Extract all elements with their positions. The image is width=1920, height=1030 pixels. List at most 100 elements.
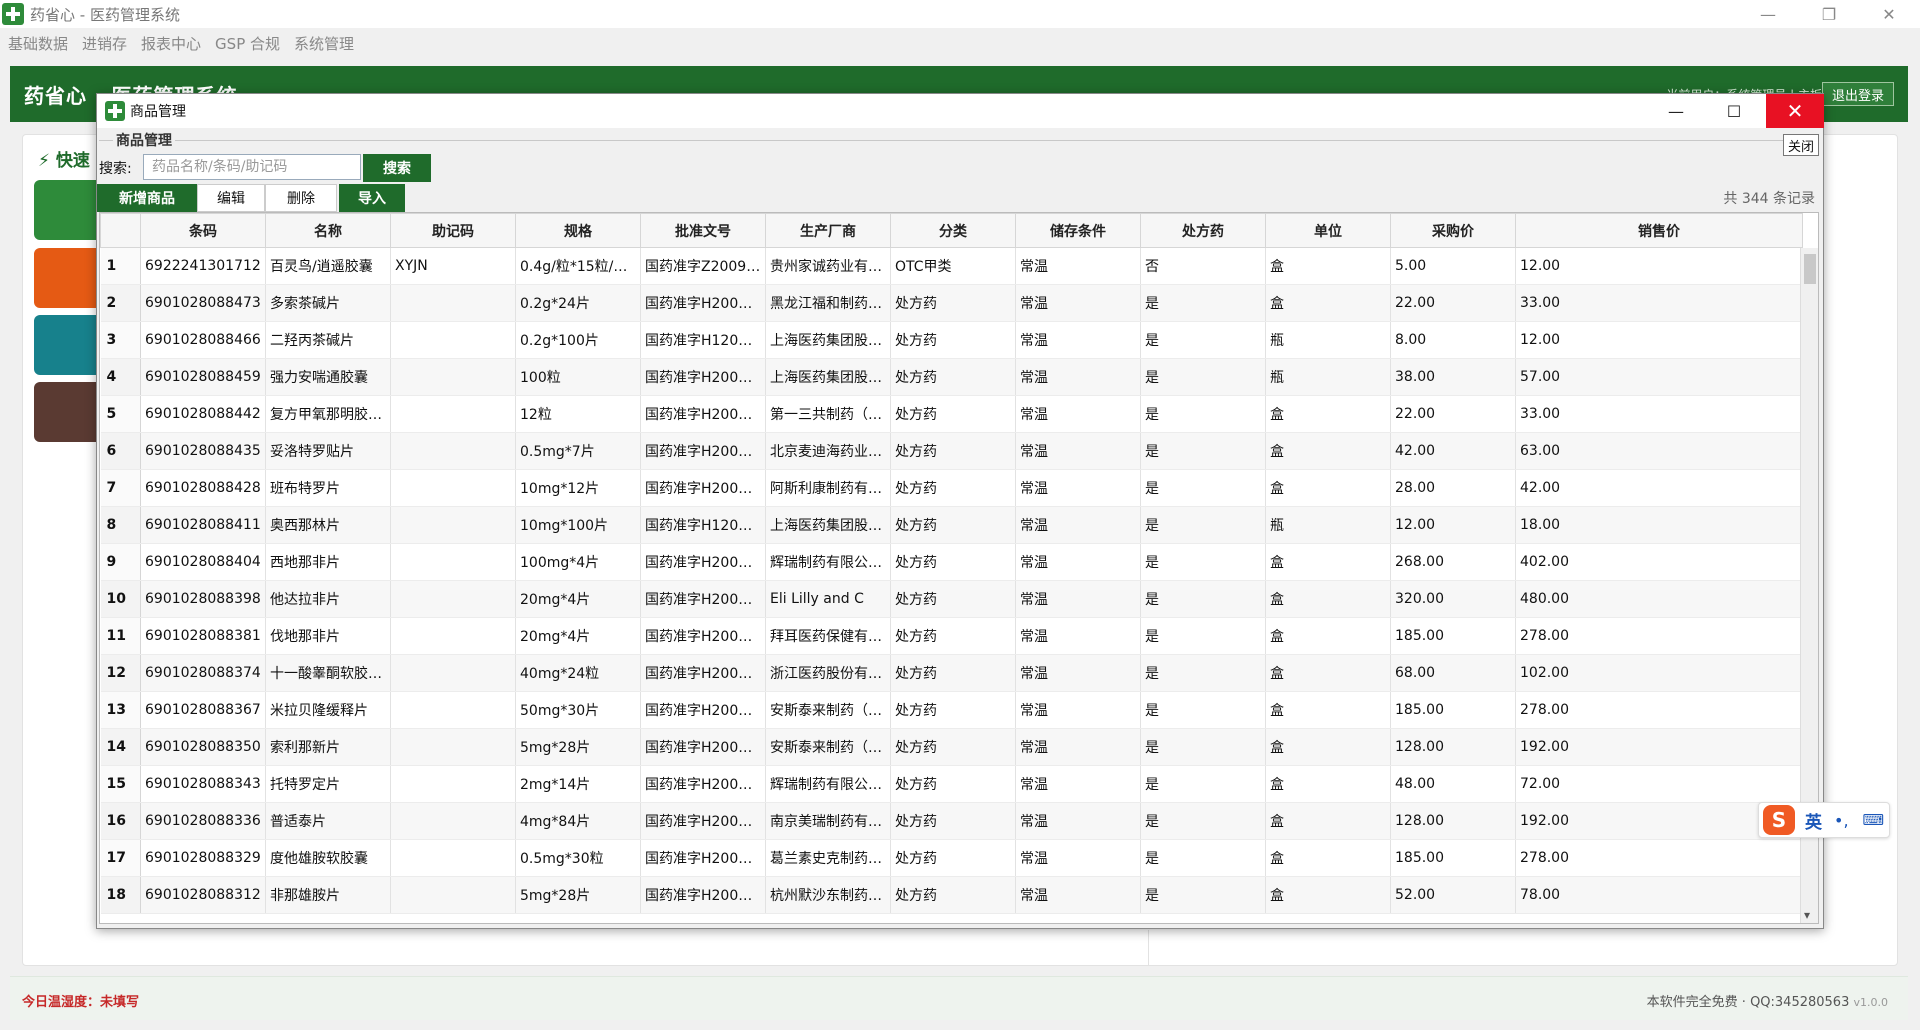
- cell-prescription: 是: [1140, 802, 1266, 840]
- cell-storage: 常温: [1015, 395, 1141, 433]
- close-button[interactable]: 关闭: [1783, 134, 1819, 156]
- table-row[interactable]: 8 6901028088411 奥西那林片 10mg*100片 国药准字H120… 上海医…: [100, 506, 1803, 544]
- table-row[interactable]: 17 6901028088329 度他雄胺软胶囊 0.5mg*30粒 国药准字H200……: [100, 839, 1803, 877]
- column-header-approval-no[interactable]: 批准文号: [640, 213, 766, 248]
- cell-sale-price: 12.00: [1515, 321, 1803, 359]
- dialog-close-icon[interactable]: ✕: [1766, 94, 1824, 128]
- cell-manufacturer: 黑龙江福和制药…: [765, 284, 891, 322]
- cell-purchase-price: 38.00: [1390, 358, 1516, 396]
- table-row[interactable]: 16 6901028088336 普适泰片 4mg*84片 国药准字H200… 南京美瑞制…: [100, 802, 1803, 840]
- cell-spec: 100mg*4片: [515, 543, 641, 581]
- table-row[interactable]: 15 6901028088343 托特罗定片 2mg*14片 国药准字H200… 辉瑞制药…: [100, 765, 1803, 803]
- column-header-manufacturer[interactable]: 生产厂商: [765, 213, 891, 248]
- table-row[interactable]: 14 6901028088350 索利那新片 5mg*28片 国药准字H200… 安斯泰来…: [100, 728, 1803, 766]
- table-row[interactable]: 12 6901028088374 十一酸睾酮软胶… 40mg*24粒 国药准字H200……: [100, 654, 1803, 692]
- cell-spec: 0.2g*100片: [515, 321, 641, 359]
- column-header-storage[interactable]: 储存条件: [1015, 213, 1141, 248]
- menu-inventory[interactable]: 进销存: [82, 33, 127, 54]
- quick-tile-orange[interactable]: [34, 248, 104, 308]
- cell-approval-no: 国药准字H200…: [640, 765, 766, 803]
- cell-spec: 12粒: [515, 395, 641, 433]
- menu-basic-data[interactable]: 基础数据: [8, 33, 68, 54]
- table-row[interactable]: 2 6901028088473 多索茶碱片 0.2g*24片 国药准字H200… 黑龙江福…: [100, 284, 1803, 322]
- menu-system[interactable]: 系统管理: [294, 33, 354, 54]
- table-row[interactable]: 5 6901028088442 复方甲氧那明胶… 12粒 国药准字H200… 第一三共制药…: [100, 395, 1803, 433]
- edit-button[interactable]: 编辑: [197, 184, 265, 212]
- cell-spec: 0.5mg*30粒: [515, 839, 641, 877]
- restore-icon[interactable]: ❐: [1806, 0, 1852, 28]
- cell-spec: 4mg*84片: [515, 802, 641, 840]
- cell-barcode: 6901028088435: [140, 432, 266, 470]
- table-row[interactable]: 7 6901028088428 班布特罗片 10mg*12片 国药准字H200… 阿斯利康…: [100, 469, 1803, 507]
- cell-manufacturer: 浙江医药股份有…: [765, 654, 891, 692]
- menu-gsp[interactable]: GSP 合规: [215, 33, 280, 54]
- add-product-button[interactable]: 新增商品: [97, 184, 197, 212]
- footer: 今日温湿度：未填写 本软件完全免费 · QQ:345280563 v1.0.0: [10, 976, 1908, 1020]
- column-header-row-number[interactable]: [100, 213, 141, 248]
- table-row[interactable]: 10 6901028088398 他达拉非片 20mg*4片 国药准字H200… Eli …: [100, 580, 1803, 618]
- scroll-down-icon[interactable]: ▾: [1804, 908, 1810, 922]
- column-header-purchase-price[interactable]: 采购价: [1390, 213, 1516, 248]
- cell-mnemonic: [390, 654, 516, 692]
- cell-purchase-price: 268.00: [1390, 543, 1516, 581]
- column-header-category[interactable]: 分类: [890, 213, 1016, 248]
- cell-manufacturer: Eli Lilly and C: [765, 580, 891, 618]
- table-row[interactable]: 4 6901028088459 强力安喘通胶囊 100粒 国药准字H200… 上海医药集团…: [100, 358, 1803, 396]
- cell-approval-no: 国药准字H200…: [640, 543, 766, 581]
- cell-sale-price: 63.00: [1515, 432, 1803, 470]
- column-header-name[interactable]: 名称: [265, 213, 391, 248]
- cell-sale-price: 33.00: [1515, 395, 1803, 433]
- column-header-unit[interactable]: 单位: [1265, 213, 1391, 248]
- cell-barcode: 6901028088473: [140, 284, 266, 322]
- product-grid: 条码 名称 助记码 规格 批准文号 生产厂商 分类 储存条件 处方药 单位 采购价 销售价 1 6922…: [99, 212, 1819, 924]
- cell-approval-no: 国药准字Z2009…: [640, 247, 766, 285]
- ime-logo-icon[interactable]: S: [1763, 805, 1795, 835]
- cell-category: 处方药: [890, 876, 1016, 914]
- table-row[interactable]: 1 6922241301712 百灵鸟/逍遥胶囊 XYJN 0.4g/粒*15粒/… 国药…: [100, 247, 1803, 285]
- table-row[interactable]: 9 6901028088404 西地那非片 100mg*4片 国药准字H200… 辉瑞制药…: [100, 543, 1803, 581]
- column-header-mnemonic[interactable]: 助记码: [390, 213, 516, 248]
- cell-unit: 瓶: [1265, 321, 1391, 359]
- scrollbar-thumb[interactable]: [1804, 254, 1816, 284]
- cell-unit: 盒: [1265, 432, 1391, 470]
- column-header-barcode[interactable]: 条码: [140, 213, 266, 248]
- menu-reports[interactable]: 报表中心: [141, 33, 201, 54]
- search-input[interactable]: [143, 154, 361, 180]
- ime-punctuation-toggle[interactable]: •,: [1834, 811, 1849, 830]
- cell-manufacturer: 北京麦迪海药业…: [765, 432, 891, 470]
- cell-category: 处方药: [890, 506, 1016, 544]
- column-header-sale-price[interactable]: 销售价: [1515, 213, 1803, 248]
- dialog-maximize-icon[interactable]: ☐: [1705, 94, 1763, 128]
- logout-button[interactable]: 退出登录: [1822, 82, 1894, 106]
- quick-tile-green[interactable]: [34, 180, 104, 240]
- table-row[interactable]: 6 6901028088435 妥洛特罗贴片 0.5mg*7片 国药准字H200… 北京麦…: [100, 432, 1803, 470]
- cell-purchase-price: 52.00: [1390, 876, 1516, 914]
- cell-unit: 瓶: [1265, 506, 1391, 544]
- cell-name: 他达拉非片: [265, 580, 391, 618]
- close-icon[interactable]: ✕: [1866, 0, 1912, 28]
- delete-button[interactable]: 删除: [265, 184, 337, 212]
- cell-unit: 盒: [1265, 728, 1391, 766]
- ime-language-toggle[interactable]: 英: [1805, 808, 1822, 833]
- dialog-minimize-icon[interactable]: —: [1647, 94, 1705, 128]
- table-row[interactable]: 13 6901028088367 米拉贝隆缓释片 50mg*30片 国药准字H200… 安…: [100, 691, 1803, 729]
- cell-spec: 20mg*4片: [515, 617, 641, 655]
- cell-mnemonic: [390, 543, 516, 581]
- quick-actions-label: ⚡ 快速: [38, 151, 90, 171]
- cell-category: 处方药: [890, 432, 1016, 470]
- keyboard-icon[interactable]: ⌨: [1863, 811, 1885, 829]
- table-row[interactable]: 11 6901028088381 伐地那非片 20mg*4片 国药准字H200… 拜耳医药…: [100, 617, 1803, 655]
- quick-tile-teal[interactable]: [34, 315, 104, 375]
- cell-row-number: 1: [100, 247, 141, 285]
- search-button[interactable]: 搜索: [363, 154, 431, 182]
- table-row[interactable]: 18 6901028088312 非那雄胺片 5mg*28片 国药准字H200… 杭州默沙…: [100, 876, 1803, 914]
- cell-category: 处方药: [890, 691, 1016, 729]
- column-header-spec[interactable]: 规格: [515, 213, 641, 248]
- table-row[interactable]: 3 6901028088466 二羟丙茶碱片 0.2g*100片 国药准字H120… 上海…: [100, 321, 1803, 359]
- cell-unit: 盒: [1265, 247, 1391, 285]
- minimize-icon[interactable]: —: [1745, 0, 1791, 28]
- import-button[interactable]: 导入: [339, 184, 405, 212]
- column-header-prescription[interactable]: 处方药: [1140, 213, 1266, 248]
- quick-tile-brown[interactable]: [34, 382, 104, 442]
- cell-barcode: 6901028088350: [140, 728, 266, 766]
